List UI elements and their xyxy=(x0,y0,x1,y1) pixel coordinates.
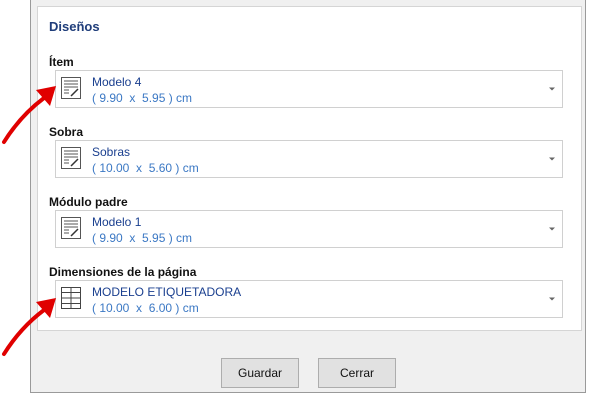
item-name: Modelo 4 xyxy=(92,75,142,89)
page-dimensions-dimensions: ( 10.00 x 6.00 ) cm xyxy=(92,301,199,315)
leftover-dimensions: ( 10.00 x 5.60 ) cm xyxy=(92,161,199,175)
label-design-icon xyxy=(61,147,81,169)
chevron-down-icon xyxy=(549,87,555,91)
parent-module-name: Modelo 1 xyxy=(92,215,142,229)
parent-module-label: Módulo padre xyxy=(49,195,128,209)
page-dimensions-label: Dimensiones de la página xyxy=(49,265,197,279)
parent-module-dimensions: ( 9.90 x 5.95 ) cm xyxy=(92,231,193,245)
label-grid-icon xyxy=(61,287,81,309)
label-design-icon xyxy=(61,217,81,239)
panel-title: Diseños xyxy=(49,19,100,34)
chevron-down-icon xyxy=(549,157,555,161)
chevron-down-icon xyxy=(549,227,555,231)
parent-module-dropdown[interactable]: Modelo 1 ( 9.90 x 5.95 ) cm xyxy=(55,210,563,248)
label-design-icon xyxy=(61,77,81,99)
annotation-arrow-icon xyxy=(2,298,56,356)
save-button[interactable]: Guardar xyxy=(221,358,299,388)
designs-panel: Diseños Ítem Modelo 4 ( 9.90 x 5.95 ) cm… xyxy=(37,6,582,331)
item-dimensions: ( 9.90 x 5.95 ) cm xyxy=(92,91,193,105)
close-button[interactable]: Cerrar xyxy=(318,358,396,388)
page-dimensions-dropdown[interactable]: MODELO ETIQUETADORA ( 10.00 x 6.00 ) cm xyxy=(55,280,563,318)
leftover-dropdown[interactable]: Sobras ( 10.00 x 5.60 ) cm xyxy=(55,140,563,178)
annotation-arrow-icon xyxy=(2,86,56,144)
leftover-name: Sobras xyxy=(92,145,131,159)
page-dimensions-name: MODELO ETIQUETADORA xyxy=(92,285,242,299)
item-dropdown[interactable]: Modelo 4 ( 9.90 x 5.95 ) cm xyxy=(55,70,563,108)
item-label: Ítem xyxy=(49,55,74,69)
chevron-down-icon xyxy=(549,297,555,301)
